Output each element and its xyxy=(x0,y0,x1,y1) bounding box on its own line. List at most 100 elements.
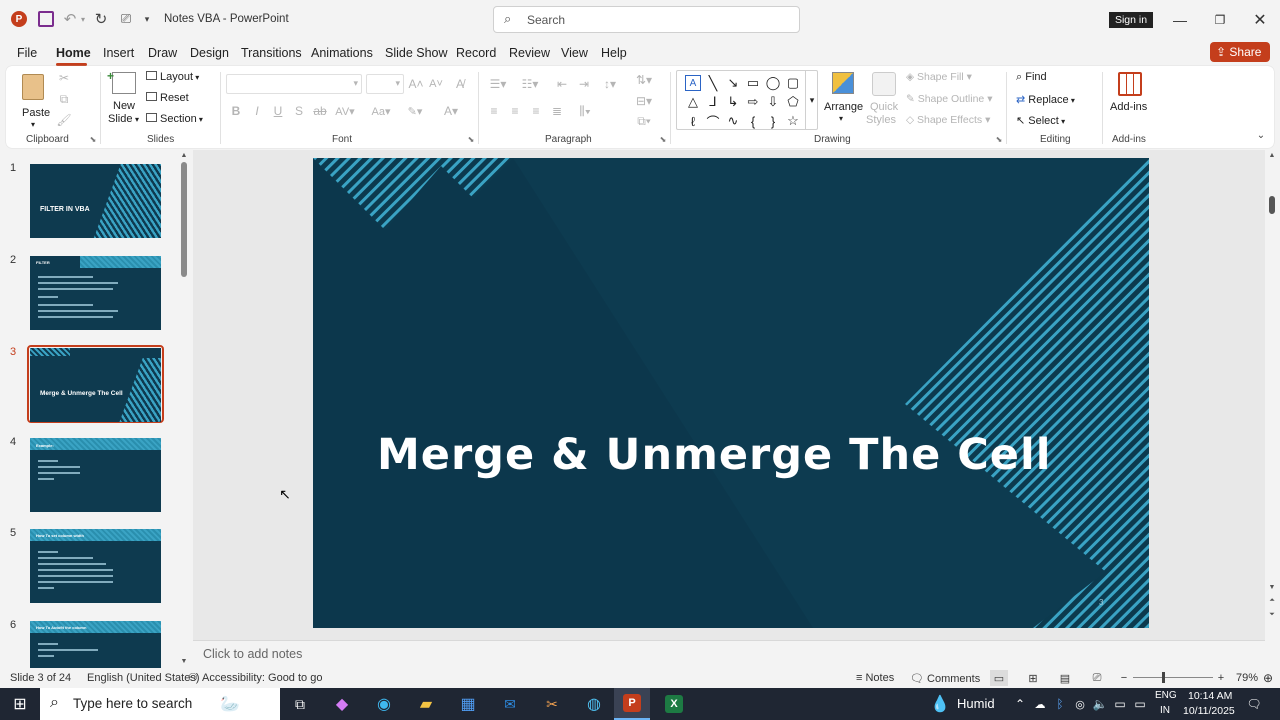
rectangle-shape-icon[interactable]: ▭ xyxy=(745,75,761,91)
font-size-dropdown[interactable]: ▾ xyxy=(366,74,404,94)
excel-taskbar-icon[interactable]: X xyxy=(656,688,692,720)
right-brace-shape-icon[interactable]: } xyxy=(765,113,781,129)
tab-review[interactable]: Review xyxy=(509,46,550,60)
comments-toggle[interactable]: 🗨 Comments xyxy=(910,672,980,685)
tab-file[interactable]: File xyxy=(17,46,37,60)
scroll-down-icon[interactable]: ▼ xyxy=(1267,582,1277,592)
slide-thumbnail-5[interactable]: How To set column width xyxy=(30,529,161,603)
zoom-slider-thumb[interactable] xyxy=(1162,672,1165,683)
collapse-ribbon-icon[interactable]: ⌄ xyxy=(1254,128,1268,142)
presentation-icon[interactable]: ⎚ xyxy=(118,10,134,28)
arrange-button[interactable]: Arrange ▾ xyxy=(824,70,864,128)
right-arrow-shape-icon[interactable]: ⇨ xyxy=(745,94,761,110)
textbox-shape-icon[interactable]: A xyxy=(685,75,701,91)
increase-font-size-icon[interactable]: A˄ xyxy=(408,75,424,93)
bluetooth-icon[interactable]: ᛒ xyxy=(1052,688,1068,720)
save-icon[interactable] xyxy=(38,11,54,27)
fit-to-window-icon[interactable]: ⊕ xyxy=(1261,670,1275,686)
search-box[interactable]: ⌕ Search xyxy=(493,6,800,33)
star-shape-icon[interactable]: ☆ xyxy=(785,113,801,129)
redo-icon[interactable]: ↻ xyxy=(93,10,109,28)
reading-view-icon[interactable]: ▤ xyxy=(1056,670,1074,686)
customize-toolbar-icon[interactable]: ▾ xyxy=(142,10,152,28)
file-explorer-icon[interactable]: ▰ xyxy=(412,688,440,720)
line-shape-icon[interactable]: ╲ xyxy=(705,75,721,91)
editor-scrollbar-thumb[interactable] xyxy=(1269,196,1275,214)
shape-fill-button[interactable]: ◈ Shape Fill ▾ xyxy=(906,71,972,83)
normal-view-icon[interactable]: ▭ xyxy=(990,670,1008,686)
smartart-icon[interactable]: ⧉▾ xyxy=(632,112,656,130)
highlight-icon[interactable]: ✎▾ xyxy=(402,102,428,120)
dialog-launcher-icon[interactable]: ⬊ xyxy=(88,134,98,144)
dialog-launcher-icon[interactable]: ⬊ xyxy=(994,134,1004,144)
language-indicator[interactable]: English (United States) xyxy=(87,672,200,684)
restore-icon[interactable]: ❐ xyxy=(1208,10,1232,30)
task-view-icon[interactable]: ⧉ xyxy=(286,688,314,720)
paste-button[interactable]: Paste ▾ xyxy=(16,72,52,130)
dialog-launcher-icon[interactable]: ⬊ xyxy=(466,134,476,144)
align-right-icon[interactable]: ≡ xyxy=(528,102,544,120)
scroll-down-icon[interactable]: ▼ xyxy=(179,656,189,666)
elbow-arrow-shape-icon[interactable]: ↳ xyxy=(725,94,741,110)
down-arrow-shape-icon[interactable]: ⇩ xyxy=(765,94,781,110)
shadow-icon[interactable]: S xyxy=(291,102,307,120)
copilot-icon[interactable]: ◆ xyxy=(328,688,356,720)
align-text-icon[interactable]: ⊟▾ xyxy=(632,92,656,110)
microsoft-store-icon[interactable]: ▦ xyxy=(454,688,482,720)
tab-slide-show[interactable]: Slide Show xyxy=(385,46,448,60)
quick-styles-button[interactable]: Quick Styles xyxy=(866,70,906,128)
slide-canvas[interactable]: Merge & Unmerge The Cell 3 xyxy=(313,158,1149,628)
elbow-connector-shape-icon[interactable]: ⅃ xyxy=(705,94,721,110)
windows-start-icon[interactable]: ⊞ xyxy=(0,688,40,720)
show-hidden-icons-icon[interactable]: ⌃ xyxy=(1012,688,1028,720)
numbering-icon[interactable]: ☷▾ xyxy=(518,75,542,93)
shape-effects-button[interactable]: ◇ Shape Effects ▾ xyxy=(906,114,990,126)
rounded-rectangle-shape-icon[interactable]: ▢ xyxy=(785,75,801,91)
clear-formatting-icon[interactable]: A̸ xyxy=(452,75,468,93)
scroll-up-icon[interactable]: ▲ xyxy=(179,150,189,160)
tab-view[interactable]: View xyxy=(561,46,588,60)
zoom-in-icon[interactable]: + xyxy=(1215,670,1227,686)
tab-animations[interactable]: Animations xyxy=(311,46,373,60)
add-ins-button[interactable]: Add-ins xyxy=(1108,70,1154,128)
minimize-icon[interactable]: — xyxy=(1168,10,1192,30)
replace-button[interactable]: ⇄ Replace ▾ xyxy=(1016,93,1075,106)
font-name-dropdown[interactable]: ▾ xyxy=(226,74,362,94)
taskbar-search-box[interactable]: ⌕ Type here to search 🦢 xyxy=(40,688,280,720)
character-spacing-icon[interactable]: AV▾ xyxy=(334,102,356,120)
tray-app-icon[interactable]: ☁ xyxy=(1032,688,1048,720)
slide-thumbnail-2[interactable]: FILTER xyxy=(30,256,161,330)
zoom-out-icon[interactable]: − xyxy=(1118,670,1130,686)
slide-thumbnail-1[interactable]: FILTER IN VBA xyxy=(30,164,161,238)
section-button[interactable]: Section ▾ xyxy=(146,113,214,129)
triangle-shape-icon[interactable]: △ xyxy=(685,94,701,110)
next-slide-icon[interactable]: ⏷ xyxy=(1267,610,1277,620)
zoom-slider[interactable] xyxy=(1133,677,1213,678)
align-left-icon[interactable]: ≡ xyxy=(486,102,502,120)
volume-icon[interactable]: 🔈 xyxy=(1092,688,1108,720)
increase-indent-icon[interactable]: ⇥ xyxy=(576,75,592,93)
scroll-up-icon[interactable]: ▲ xyxy=(1267,150,1277,160)
bullets-icon[interactable]: ☰▾ xyxy=(486,75,510,93)
gallery-more-icon[interactable]: ▾ xyxy=(805,71,818,129)
notification-center-icon[interactable]: 🗨 xyxy=(1244,688,1264,720)
weather-drop-icon[interactable]: 💧 xyxy=(930,688,950,720)
freeform-shape-icon[interactable]: ℓ xyxy=(685,113,701,129)
tab-design[interactable]: Design xyxy=(190,46,229,60)
tab-transitions[interactable]: Transitions xyxy=(241,46,302,60)
decrease-indent-icon[interactable]: ⇤ xyxy=(554,75,570,93)
notes-pane[interactable]: Click to add notes xyxy=(193,640,1265,668)
input-language-bottom[interactable]: IN xyxy=(1160,705,1170,716)
oval-shape-icon[interactable]: ◯ xyxy=(765,75,781,91)
format-painter-icon[interactable]: 🖌 xyxy=(56,112,72,128)
tab-home[interactable]: Home xyxy=(56,46,91,60)
undo-icon[interactable]: ↶ xyxy=(62,10,78,28)
tab-insert[interactable]: Insert xyxy=(103,46,134,60)
slide-sorter-view-icon[interactable]: ⊞ xyxy=(1024,670,1042,686)
text-direction-icon[interactable]: ⇅▾ xyxy=(632,71,656,89)
slide-thumbnail-3[interactable]: Merge & Unmerge The Cell xyxy=(30,348,161,422)
accessibility-status[interactable]: Accessibility: Good to go xyxy=(202,672,322,684)
tab-help[interactable]: Help xyxy=(601,46,627,60)
close-icon[interactable]: ✕ xyxy=(1248,10,1272,30)
outlook-icon[interactable]: ✉ xyxy=(496,688,524,720)
